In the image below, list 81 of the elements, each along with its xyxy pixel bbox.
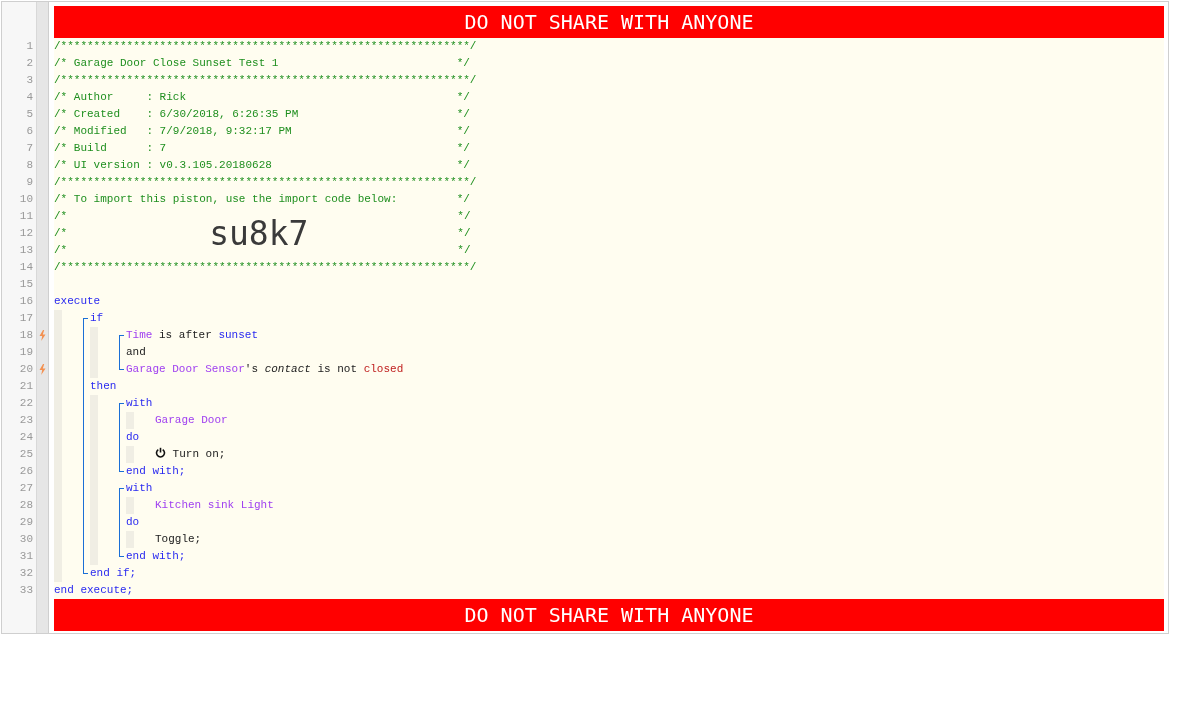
line-number: 32 [18,566,34,581]
line-number: 19 [18,345,34,360]
code-text: 's [244,363,260,375]
line-number: 13 [18,243,34,258]
keyword: sunset [218,329,259,341]
block-bracket [119,335,124,370]
line-number: 25 [18,447,34,462]
code-comment: */ [457,209,471,224]
line-number: 15 [18,277,34,292]
code-comment: /* [54,209,69,224]
line-number: 30 [18,532,34,547]
line-number: 24 [18,430,34,445]
line-number: 1 [25,39,34,54]
code-comment: /* UI version : v0.3.105.20180628 */ [54,159,470,171]
keyword: execute [54,295,101,307]
line-number: 4 [25,90,34,105]
line-number: 29 [18,515,34,530]
code-comment: /* [54,226,69,241]
line-number: 17 [18,311,34,326]
block-bracket [119,488,124,557]
import-code: su8k7 [209,213,309,255]
attribute-name: contact [264,363,311,375]
code-text: and [126,346,146,358]
device-name: Garage Door Sensor [126,363,245,375]
line-number: 14 [18,260,34,275]
code-text: Toggle; [155,533,202,545]
block-bracket [119,403,124,472]
code-comment: /**************************************************************/ [54,40,477,52]
code-comment: /* Modified : 7/9/2018, 9:32:17 PM */ [54,125,470,137]
keyword: end with; [126,465,186,477]
keyword: then [90,380,117,392]
keyword: with [126,482,153,494]
code-comment: /* [54,243,69,258]
code-comment: /**************************************************************/ [54,74,477,86]
keyword: end if; [90,567,137,579]
device-name: Garage Door [155,414,228,426]
code-comment: /* Author : Rick */ [54,91,470,103]
line-number: 23 [18,413,34,428]
warning-banner: DO NOT SHARE WITH ANYONE [54,599,1164,631]
keyword: do [126,431,140,443]
line-number: 11 [18,209,34,224]
line-number: 26 [18,464,34,479]
code-comment: */ [457,226,471,241]
line-number: 18 [18,328,34,343]
line-number: 10 [18,192,34,207]
code-comment: /* Created : 6/30/2018, 6:26:35 PM */ [54,108,470,120]
line-number: 2 [25,56,34,71]
code-comment: /**************************************************************/ [54,176,477,188]
line-number: 7 [25,141,34,156]
line-number: 8 [25,158,34,173]
power-icon [155,447,166,458]
line-number: 5 [25,107,34,122]
line-number: 16 [18,294,34,309]
line-number: 9 [25,175,34,190]
code-comment: /* Garage Door Close Sunset Test 1 */ [54,57,470,69]
line-number: 12 [18,226,34,241]
keyword: with [126,397,153,409]
code-comment: /**************************************************************/ [54,261,477,273]
keyword: end with; [126,550,186,562]
code-comment: /* To import this piston, use the import code below: */ [54,193,470,205]
device-name: Time [126,329,153,341]
line-number: 20 [18,362,34,377]
line-number: 33 [18,583,34,598]
code-text: is not [316,363,359,375]
code-text: is after [158,329,213,341]
line-number: 22 [18,396,34,411]
line-number: 28 [18,498,34,513]
keyword: if [90,312,104,324]
line-number: 21 [18,379,34,394]
code-text: Turn on; [171,448,226,460]
code-comment: /* Build : 7 */ [54,142,470,154]
code-comment: */ [457,243,471,258]
value-text: closed [363,363,404,375]
keyword: do [126,516,140,528]
line-number: 6 [25,124,34,139]
warning-banner: DO NOT SHARE WITH ANYONE [54,6,1164,38]
keyword: end execute; [54,584,134,596]
line-number: 27 [18,481,34,496]
line-number: 3 [25,73,34,88]
device-name: Kitchen sink Light [155,499,274,511]
line-number: 31 [18,549,34,564]
